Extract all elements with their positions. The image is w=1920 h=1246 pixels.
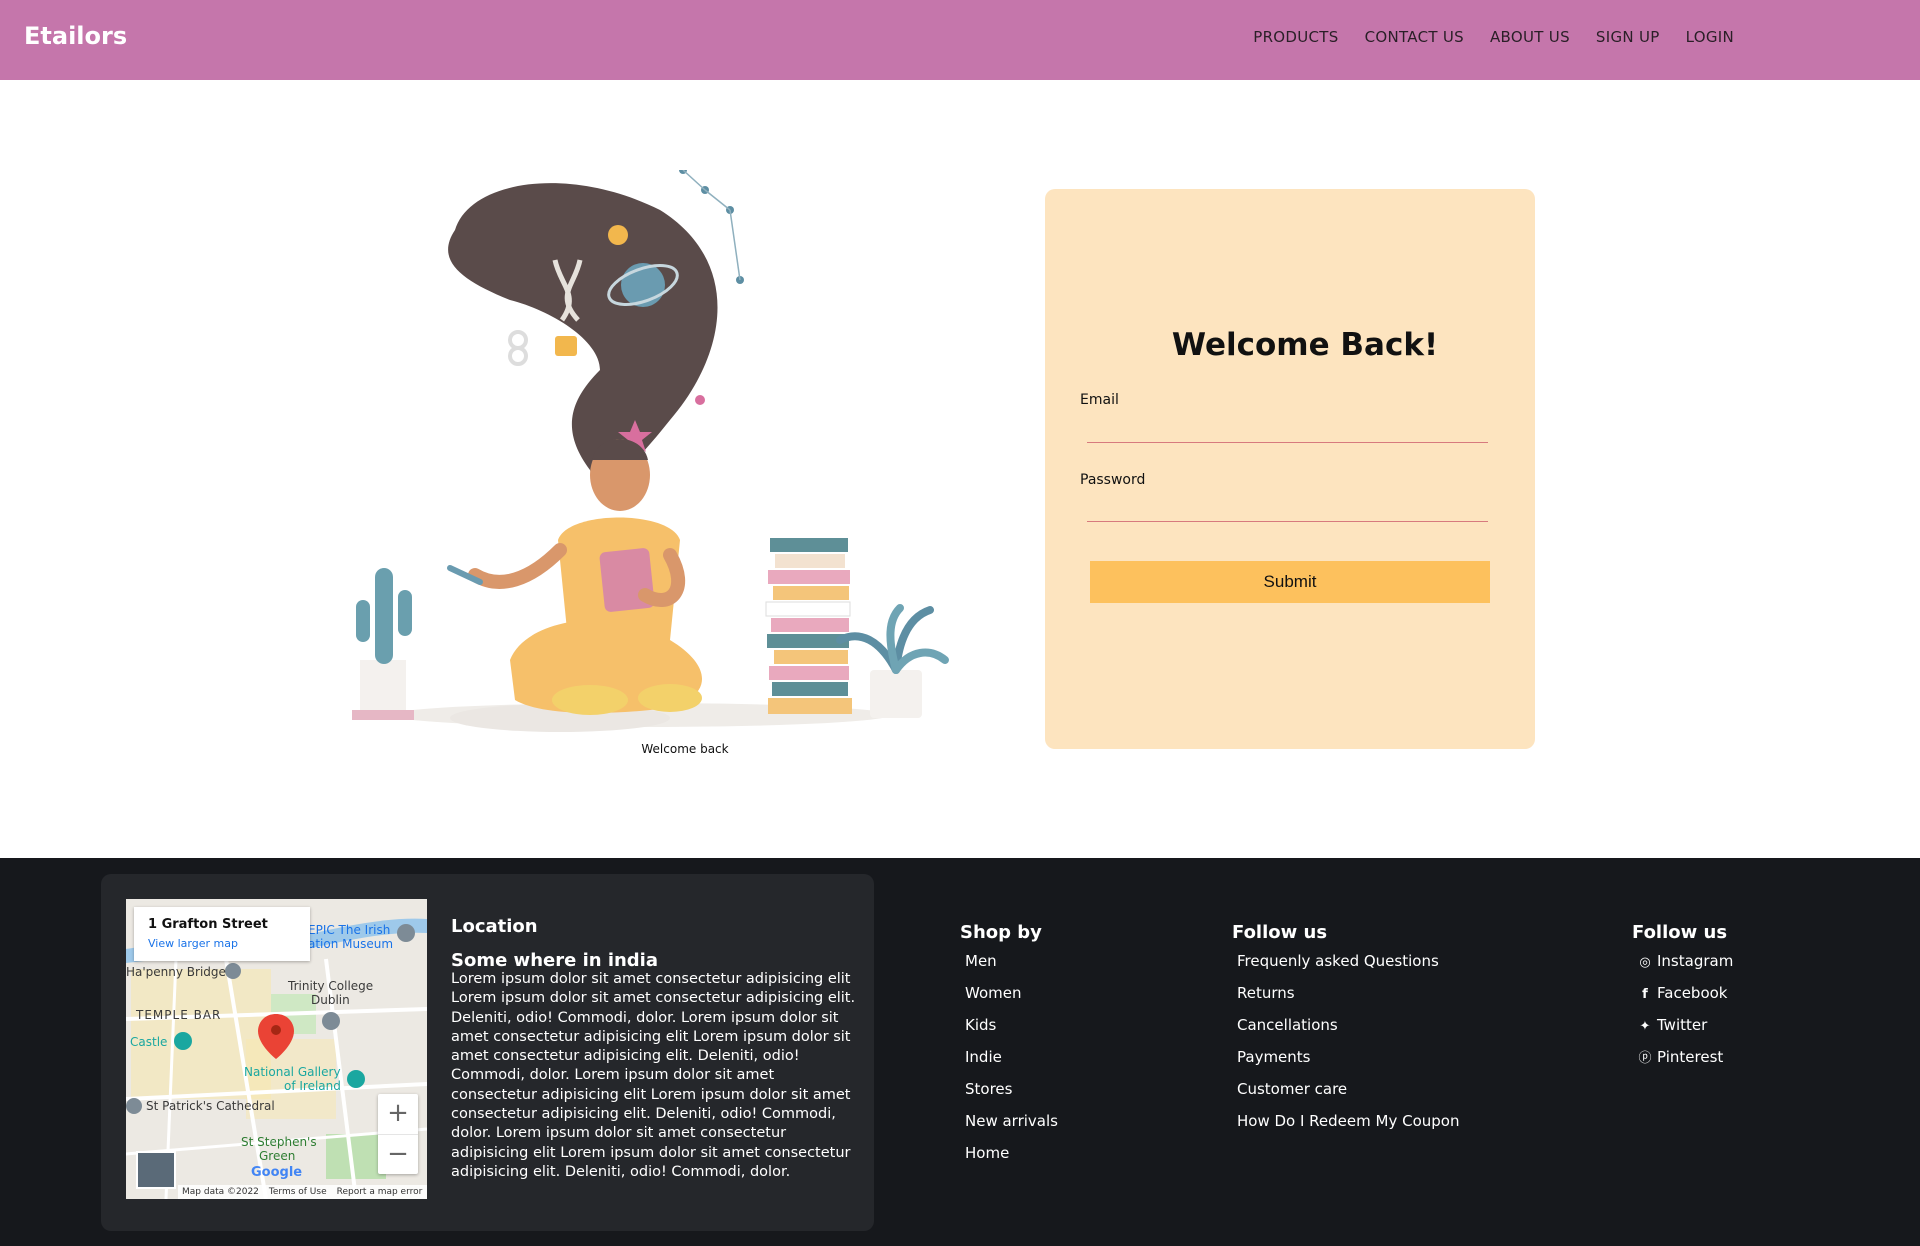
footer: EPIC The Irish ation Museum Ha'penny Bri… <box>0 858 1920 1246</box>
illustration-caption: Welcome back <box>641 742 729 756</box>
map-data-text: Map data ©2022 <box>182 1187 259 1197</box>
shop-link-indie[interactable]: Indie <box>965 1048 1002 1066</box>
shop-link-home[interactable]: Home <box>965 1144 1009 1162</box>
map-address: 1 Grafton Street <box>148 917 268 932</box>
pinterest-icon: ⓟ <box>1638 1051 1652 1066</box>
map-zoom-controls: + − <box>378 1094 418 1174</box>
terms-link[interactable]: Terms of Use <box>269 1187 327 1197</box>
login-card: Welcome Back! Email Password Submit <box>1045 189 1535 749</box>
map-label: Castle <box>130 1035 168 1049</box>
help-heading: Follow us <box>1232 922 1328 943</box>
help-link-payments[interactable]: Payments <box>1237 1048 1310 1066</box>
help-link-returns[interactable]: Returns <box>1237 984 1295 1002</box>
social-link-pinterest[interactable]: ⓟ Pinterest <box>1637 1048 1723 1066</box>
map-label: Green <box>259 1149 296 1163</box>
twitter-icon: ✦ <box>1639 1019 1651 1034</box>
map-label: St Stephen's <box>241 1135 317 1149</box>
social-heading: Follow us <box>1632 922 1728 943</box>
nav-about-us[interactable]: ABOUT US <box>1490 28 1570 46</box>
location-description: Lorem ipsum dolor sit amet consectetur a… <box>451 971 856 1180</box>
shop-link-men[interactable]: Men <box>965 952 997 970</box>
hero-illustration <box>340 166 1020 740</box>
location-card: EPIC The Irish ation Museum Ha'penny Bri… <box>101 874 874 1231</box>
zoom-out-button[interactable]: − <box>378 1134 418 1174</box>
social-label: Instagram <box>1657 952 1734 970</box>
shop-by-heading: Shop by <box>960 922 1042 943</box>
social-link-twitter[interactable]: ✦ Twitter <box>1637 1016 1708 1034</box>
social-label: Pinterest <box>1657 1048 1724 1066</box>
map-popup: 1 Grafton Street View larger map <box>134 907 310 961</box>
map-label: ation Museum <box>308 937 394 951</box>
social-link-instagram[interactable]: ◎ Instagram <box>1637 952 1733 970</box>
location-heading: Location <box>451 916 538 937</box>
help-column: Follow us Frequenly asked Questions Retu… <box>1232 922 1459 1143</box>
help-link-cancellations[interactable]: Cancellations <box>1237 1016 1338 1034</box>
shop-link-stores[interactable]: Stores <box>965 1080 1012 1098</box>
nav-products[interactable]: PRODUCTS <box>1253 28 1338 46</box>
map-label: Dublin <box>311 993 350 1007</box>
nav-contact-us[interactable]: CONTACT US <box>1365 28 1464 46</box>
submit-button[interactable]: Submit <box>1090 561 1490 603</box>
navbar: Etailors PRODUCTS CONTACT US ABOUT US SI… <box>0 0 1920 80</box>
map-label: of Ireland <box>284 1079 341 1093</box>
help-link-redeem-coupon[interactable]: How Do I Redeem My Coupon <box>1237 1112 1459 1130</box>
map-label: TEMPLE BAR <box>136 1008 222 1022</box>
social-column: Follow us ◎ Instagram f Facebook ✦ Twitter … <box>1632 922 1733 1079</box>
embedded-map[interactable]: EPIC The Irish ation Museum Ha'penny Bri… <box>126 899 427 1199</box>
map-attribution: Map data ©2022 Terms of Use Report a map… <box>178 1185 427 1199</box>
social-label: Facebook <box>1657 984 1728 1002</box>
nav-sign-up[interactable]: SIGN UP <box>1596 28 1660 46</box>
satellite-toggle[interactable] <box>136 1151 176 1189</box>
social-label: Twitter <box>1657 1016 1708 1034</box>
shop-by-column: Shop by Men Women Kids Indie Stores New … <box>960 922 1058 1175</box>
brand-logo[interactable]: Etailors <box>24 22 127 50</box>
map-label: EPIC The Irish <box>308 923 391 937</box>
report-error-link[interactable]: Report a map error <box>337 1187 423 1197</box>
view-larger-map-link[interactable]: View larger map <box>148 937 238 950</box>
social-link-facebook[interactable]: f Facebook <box>1637 984 1727 1002</box>
email-input[interactable] <box>1087 413 1488 443</box>
instagram-icon: ◎ <box>1639 955 1651 970</box>
map-label: Ha'penny Bridge <box>126 965 226 979</box>
email-label: Email <box>1080 392 1119 408</box>
map-label: Trinity College <box>288 979 374 993</box>
map-label: National Gallery <box>244 1065 341 1079</box>
zoom-in-button[interactable]: + <box>378 1094 418 1134</box>
login-title: Welcome Back! <box>1171 327 1439 363</box>
help-link-faq[interactable]: Frequenly asked Questions <box>1237 952 1439 970</box>
password-input[interactable] <box>1087 492 1488 522</box>
password-label: Password <box>1080 472 1146 488</box>
location-subheading: Some where in india <box>451 950 658 971</box>
facebook-icon: f <box>1642 987 1648 1002</box>
nav-login[interactable]: LOGIN <box>1686 28 1734 46</box>
google-logo: Google <box>251 1165 303 1180</box>
shop-link-kids[interactable]: Kids <box>965 1016 996 1034</box>
shop-link-women[interactable]: Women <box>965 984 1021 1002</box>
shop-link-new-arrivals[interactable]: New arrivals <box>965 1112 1058 1130</box>
map-label: St Patrick's Cathedral <box>146 1099 275 1113</box>
help-link-customer-care[interactable]: Customer care <box>1237 1080 1347 1098</box>
nav-links: PRODUCTS CONTACT US ABOUT US SIGN UP LOG… <box>1253 28 1734 46</box>
